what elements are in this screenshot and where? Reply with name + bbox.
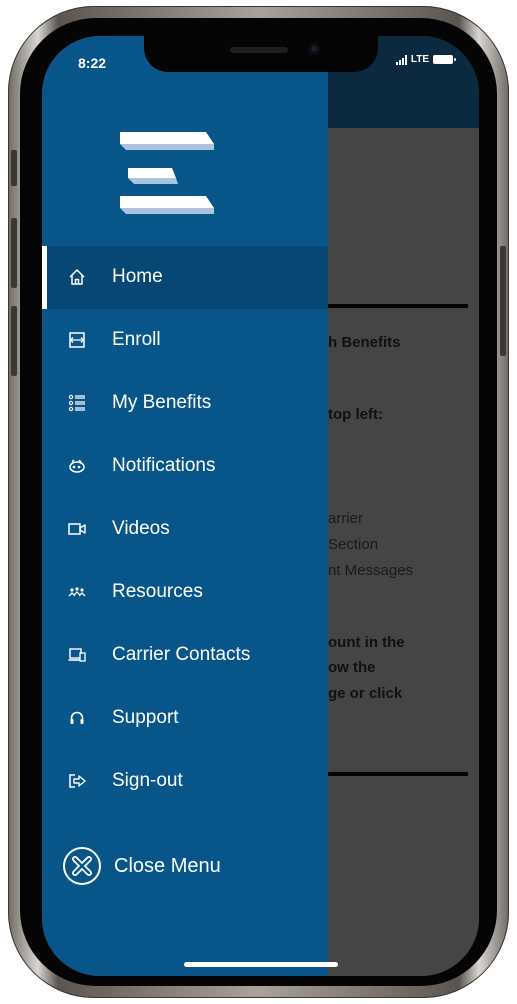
battery-icon xyxy=(433,55,456,64)
background-text: Section xyxy=(328,536,379,553)
status-time: 8:22 xyxy=(78,55,107,71)
background-text: ge or click xyxy=(328,685,403,702)
menu-item-carrier-contacts[interactable]: Carrier Contacts xyxy=(42,624,328,687)
sign-out-icon xyxy=(69,774,86,788)
camera-icon xyxy=(308,43,320,55)
background-text: ount in the xyxy=(328,634,405,651)
menu-label: Notifications xyxy=(112,455,216,476)
menu-item-my-benefits[interactable]: My Benefits xyxy=(42,372,328,435)
menu-item-resources[interactable]: Resources xyxy=(42,561,328,624)
signal-icon xyxy=(395,54,407,65)
background-text: h Benefits xyxy=(328,334,401,351)
home-icon xyxy=(69,269,85,285)
status-indicators: LTE xyxy=(395,54,456,65)
background-text: arrier xyxy=(328,510,364,527)
menu-label: Resources xyxy=(112,581,203,602)
divider-rule xyxy=(328,772,468,776)
menu-label: Support xyxy=(112,707,179,728)
home-indicator[interactable] xyxy=(184,962,338,967)
navigation-drawer: Home Enroll My Benefits Notifications Vi… xyxy=(42,36,328,976)
menu-label: Carrier Contacts xyxy=(112,644,251,665)
notch xyxy=(144,36,378,72)
menu-item-videos[interactable]: Videos xyxy=(42,498,328,561)
menu-item-notifications[interactable]: Notifications xyxy=(42,435,328,498)
screen: h Benefits top left: arrier Section nt M… xyxy=(42,36,479,976)
volume-down-button xyxy=(11,306,17,376)
video-camera-icon xyxy=(68,523,86,535)
menu-item-sign-out[interactable]: Sign-out xyxy=(42,750,328,813)
brand-logo-icon xyxy=(120,132,214,214)
menu-label: My Benefits xyxy=(112,392,212,413)
menu-item-support[interactable]: Support xyxy=(42,687,328,750)
notifications-icon xyxy=(69,459,85,473)
power-button xyxy=(500,246,506,356)
menu-item-enroll[interactable]: Enroll xyxy=(42,309,328,372)
menu-item-home[interactable]: Home xyxy=(42,246,328,309)
benefits-list-icon xyxy=(68,394,85,412)
speaker-grille xyxy=(230,47,288,53)
menu-label: Home xyxy=(112,266,163,287)
drawer-menu: Home Enroll My Benefits Notifications Vi… xyxy=(42,246,328,813)
volume-up-button xyxy=(11,218,17,288)
network-label: LTE xyxy=(410,54,429,65)
carrier-contacts-icon xyxy=(68,648,86,662)
close-icon xyxy=(63,847,101,885)
resources-icon xyxy=(68,587,86,597)
background-text: nt Messages xyxy=(328,562,414,579)
headset-icon xyxy=(70,711,84,724)
mute-switch xyxy=(11,150,17,186)
menu-label: Videos xyxy=(112,518,170,539)
enroll-icon xyxy=(69,332,85,348)
menu-label: Enroll xyxy=(112,329,161,350)
background-text: top left: xyxy=(328,406,383,423)
background-text: ow the xyxy=(328,659,376,676)
close-menu-button[interactable]: Close Menu xyxy=(62,844,221,888)
menu-label: Sign-out xyxy=(112,770,183,791)
close-menu-label: Close Menu xyxy=(114,854,221,877)
divider-rule xyxy=(328,304,468,308)
